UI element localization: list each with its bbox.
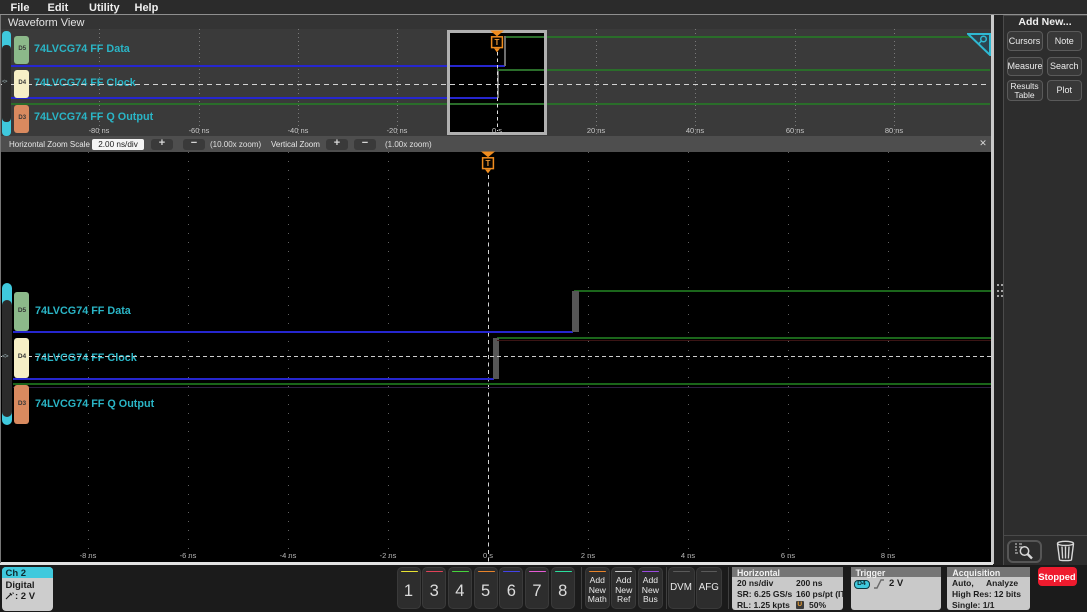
svg-text:T: T bbox=[486, 159, 491, 168]
svg-text:T: T bbox=[495, 38, 500, 47]
